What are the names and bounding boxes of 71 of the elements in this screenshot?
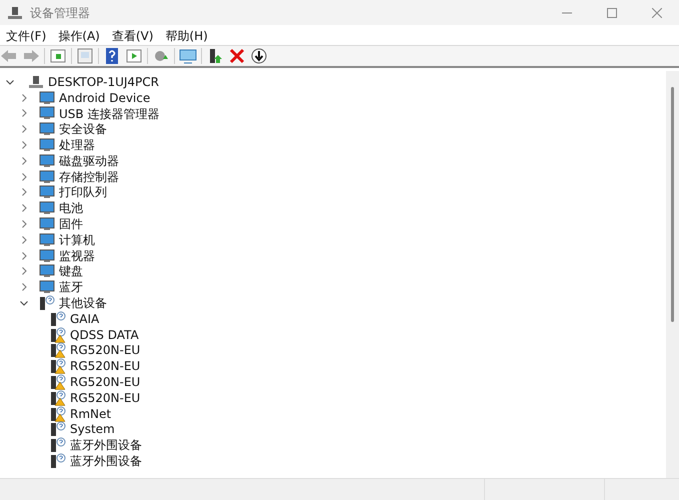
tree-item[interactable]: RG520N-EU xyxy=(70,373,140,392)
device-icon xyxy=(39,232,55,247)
close-icon[interactable] xyxy=(228,47,246,65)
device-icon xyxy=(39,248,55,263)
tree-item[interactable]: 监视器 xyxy=(59,246,95,265)
device-icon xyxy=(39,90,55,105)
device-icon xyxy=(39,280,55,294)
device-icon xyxy=(39,217,55,232)
chevron-right-icon[interactable] xyxy=(20,267,28,276)
tree-item[interactable]: RG520N-EU xyxy=(70,341,140,360)
monitor-icon[interactable] xyxy=(179,47,197,65)
tree-item[interactable]: RmNet xyxy=(70,404,112,423)
computer-icon xyxy=(28,74,44,89)
download-icon[interactable] xyxy=(250,47,268,65)
tree-item[interactable]: 处理器 xyxy=(59,136,95,154)
chevron-right-icon[interactable] xyxy=(20,188,28,196)
properties-icon[interactable] xyxy=(76,47,94,65)
tree-item[interactable]: 计算机 xyxy=(59,230,95,249)
tree-item[interactable]: 电池 xyxy=(59,199,83,218)
tree-item[interactable]: RG520N-EU xyxy=(70,388,140,407)
window-icon[interactable] xyxy=(49,47,67,65)
tree-item[interactable]: DESKTOP-1UJ4PCR xyxy=(48,72,159,91)
tree-item[interactable]: USB 连接器管理器 xyxy=(59,104,160,122)
tree-item[interactable]: 打印队列 xyxy=(59,183,107,202)
chevron-right-icon[interactable] xyxy=(20,172,28,181)
device-icon xyxy=(39,106,55,120)
unknown-device-icon xyxy=(39,295,55,312)
tree-item[interactable]: 磁盘驱动器 xyxy=(59,152,119,170)
close-icon[interactable] xyxy=(652,8,662,18)
tree-item[interactable]: RG520N-EU xyxy=(70,357,140,376)
tree-item[interactable]: 固件 xyxy=(59,215,83,234)
device-icon xyxy=(39,122,55,136)
menu-item[interactable]: 帮助(H) xyxy=(159,26,214,44)
device-icon xyxy=(39,201,55,216)
maximize-icon[interactable] xyxy=(606,8,616,18)
chevron-right-icon[interactable] xyxy=(20,94,28,102)
tree-item[interactable]: QDSS DATA xyxy=(70,326,139,344)
window-title: 设备管理器 xyxy=(30,4,90,22)
chevron-right-icon[interactable] xyxy=(20,141,28,150)
chevron-right-icon[interactable] xyxy=(20,252,28,260)
scrollbar[interactable] xyxy=(666,71,679,478)
device-icon xyxy=(39,170,55,184)
menu-item[interactable]: 文件(F) xyxy=(0,26,52,44)
menu-item[interactable]: 操作(A) xyxy=(52,26,106,44)
tree-item[interactable]: 蓝牙 xyxy=(59,278,83,296)
chevron-right-icon[interactable] xyxy=(20,236,28,244)
chevron-down-icon[interactable] xyxy=(20,299,28,308)
chevron-right-icon[interactable] xyxy=(20,220,28,228)
tree-item[interactable]: 蓝牙外围设备 xyxy=(70,436,142,454)
tree-item[interactable]: 蓝牙外围设备 xyxy=(70,452,142,470)
device-icon xyxy=(39,185,55,200)
chevron-right-icon[interactable] xyxy=(20,109,28,118)
tree-item[interactable]: GAIA xyxy=(70,310,100,328)
window-icon[interactable] xyxy=(125,47,143,65)
tree-item[interactable]: 安全设备 xyxy=(59,120,107,138)
device-icon xyxy=(39,154,55,168)
device-icon xyxy=(39,138,55,152)
chevron-right-icon[interactable] xyxy=(20,283,28,292)
tree-item[interactable]: 其他设备 xyxy=(59,294,107,312)
tree-item[interactable]: 存储控制器 xyxy=(59,168,119,186)
device-icon xyxy=(39,264,55,278)
chevron-right-icon[interactable] xyxy=(20,125,28,134)
chevron-right-icon[interactable] xyxy=(20,204,28,212)
help-icon[interactable] xyxy=(103,47,121,65)
tree-item[interactable]: 键盘 xyxy=(59,262,83,280)
app-icon xyxy=(8,6,22,20)
chevron-down-icon[interactable] xyxy=(6,78,14,86)
menu-item[interactable]: 查看(V) xyxy=(106,26,160,44)
tree-item[interactable]: System xyxy=(70,420,115,438)
chevron-right-icon[interactable] xyxy=(20,156,28,165)
tree-item[interactable]: Android Device xyxy=(59,88,150,107)
